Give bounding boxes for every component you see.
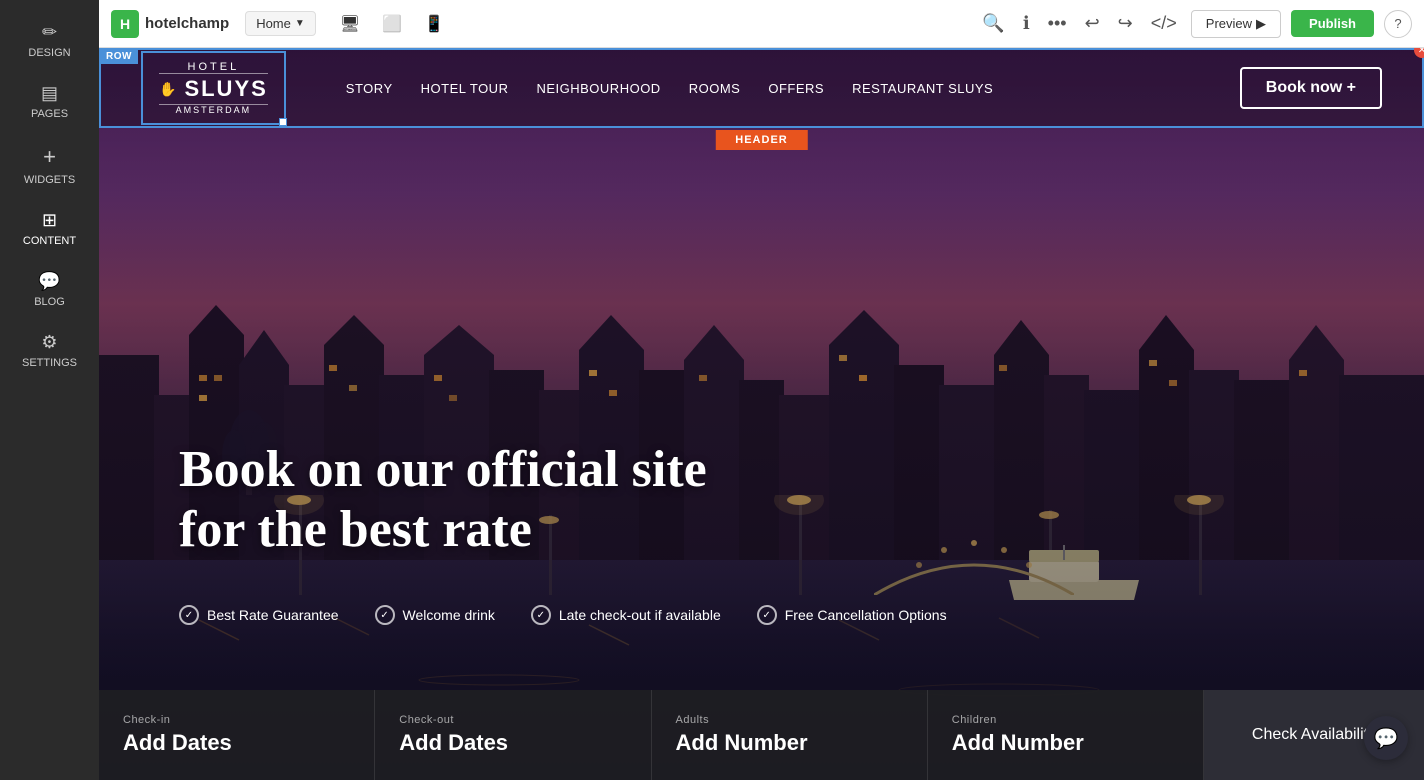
feature-label-2: Late check-out if available [559, 607, 721, 623]
children-value: Add Number [952, 730, 1179, 756]
hotel-logo: HOTEL ✋ SLUYS AMSTERDAM [159, 61, 268, 115]
redo-button[interactable]: ↪ [1114, 9, 1137, 38]
play-icon: ▶ [1256, 16, 1266, 32]
children-field[interactable]: Children Add Number [928, 690, 1204, 780]
checkin-field[interactable]: Check-in Add Dates [99, 690, 375, 780]
sidebar: ✏ DESIGN ▤ PAGES + WIDGETS ⊞ CONTENT 💬 B… [0, 0, 99, 780]
help-button[interactable]: ? [1384, 10, 1412, 38]
nav-story[interactable]: STORY [346, 81, 393, 96]
brand-name: hotelchamp [145, 15, 229, 32]
logo-sub: AMSTERDAM [159, 105, 268, 115]
grid-icon: ⊞ [42, 210, 57, 231]
headline-line2: for the best rate [179, 500, 707, 560]
sidebar-item-design[interactable]: ✏ DESIGN [0, 10, 99, 71]
header-label: HEADER [715, 130, 807, 150]
mobile-device-btn[interactable]: 📱 [416, 10, 452, 38]
sidebar-item-content[interactable]: ⊞ CONTENT [0, 198, 99, 259]
plus-icon: + [43, 144, 56, 170]
pages-icon: ▤ [41, 83, 58, 104]
feature-checkout: ✓ Late check-out if available [531, 605, 721, 625]
search-button[interactable]: 🔍 [978, 9, 1008, 38]
checkin-value: Add Dates [123, 730, 350, 756]
booking-bar: Check-in Add Dates Check-out Add Dates A… [99, 690, 1424, 780]
more-button[interactable]: ••• [1044, 9, 1071, 38]
hero-text: Book on our official site for the best r… [179, 440, 707, 560]
desktop-device-btn[interactable]: 🖥 [332, 10, 368, 38]
code-button[interactable]: </> [1147, 9, 1181, 38]
nav-offers[interactable]: OFFERS [768, 81, 824, 96]
feature-label-1: Welcome drink [403, 607, 495, 623]
feature-welcome: ✓ Welcome drink [375, 605, 495, 625]
checkout-label: Check-out [399, 714, 626, 726]
feature-label-0: Best Rate Guarantee [207, 607, 339, 623]
preview-button[interactable]: Preview ▶ [1191, 10, 1281, 38]
page-name: Home [256, 16, 291, 31]
checkout-value: Add Dates [399, 730, 626, 756]
info-button[interactable]: ℹ [1019, 9, 1034, 38]
adults-field[interactable]: Adults Add Number [652, 690, 928, 780]
undo-button[interactable]: ↩ [1081, 9, 1104, 38]
page-selector[interactable]: Home ▼ [245, 11, 316, 36]
canvas-area: ROW ✕ HOTEL ✋ SLUYS AMSTERDAM STORY [99, 48, 1424, 780]
hotel-logo-box: HOTEL ✋ SLUYS AMSTERDAM [141, 51, 286, 125]
publish-button[interactable]: Publish [1291, 10, 1374, 37]
logo-main: ✋ SLUYS [159, 73, 268, 105]
feature-label-3: Free Cancellation Options [785, 607, 947, 623]
nav-links: STORY HOTEL TOUR NEIGHBOURHOOD ROOMS OFF… [346, 81, 1240, 96]
logo-line1: HOTEL [159, 61, 268, 73]
nav-restaurant[interactable]: RESTAURANT SLUYS [852, 81, 993, 96]
checkout-field[interactable]: Check-out Add Dates [375, 690, 651, 780]
checkin-label: Check-in [123, 714, 350, 726]
sidebar-item-widgets[interactable]: + WIDGETS [0, 132, 99, 198]
topbar: H hotelchamp Home ▼ 🖥 ⬜ 📱 🔍 ℹ ••• ↩ ↪ </… [99, 0, 1424, 48]
adults-value: Add Number [676, 730, 903, 756]
nav-rooms[interactable]: ROOMS [689, 81, 741, 96]
blog-icon: 💬 [38, 271, 60, 292]
check-icon-2: ✓ [531, 605, 551, 625]
row-label: ROW [100, 49, 138, 64]
sidebar-item-settings[interactable]: ⚙ SETTINGS [0, 320, 99, 381]
main-area: H hotelchamp Home ▼ 🖥 ⬜ 📱 🔍 ℹ ••• ↩ ↪ </… [99, 0, 1424, 780]
topbar-actions: 🔍 ℹ ••• ↩ ↪ </> Preview ▶ Publish ? [978, 9, 1412, 38]
row-close-btn[interactable]: ✕ [1414, 48, 1424, 58]
device-icons: 🖥 ⬜ 📱 [332, 10, 452, 38]
adults-label: Adults [676, 714, 903, 726]
resize-handle[interactable] [279, 118, 287, 126]
feature-cancellation: ✓ Free Cancellation Options [757, 605, 947, 625]
nav-hotel-tour[interactable]: HOTEL TOUR [421, 81, 509, 96]
check-icon-3: ✓ [757, 605, 777, 625]
hero-background [99, 48, 1424, 780]
sidebar-item-blog[interactable]: 💬 BLOG [0, 259, 99, 320]
chat-bubble[interactable]: 💬 [1364, 716, 1408, 760]
check-icon-0: ✓ [179, 605, 199, 625]
overlay [99, 48, 1424, 780]
brand: H hotelchamp [111, 10, 229, 38]
tablet-device-btn[interactable]: ⬜ [374, 10, 410, 38]
gear-icon: ⚙ [41, 332, 57, 353]
chevron-down-icon: ▼ [295, 18, 305, 29]
book-now-button[interactable]: Book now + [1240, 67, 1382, 109]
site-navbar: ROW ✕ HOTEL ✋ SLUYS AMSTERDAM STORY [99, 48, 1424, 128]
features-bar: ✓ Best Rate Guarantee ✓ Welcome drink ✓ … [179, 605, 1384, 625]
check-icon-1: ✓ [375, 605, 395, 625]
headline-line1: Book on our official site [179, 440, 707, 500]
feature-best-rate: ✓ Best Rate Guarantee [179, 605, 339, 625]
website-preview: ROW ✕ HOTEL ✋ SLUYS AMSTERDAM STORY [99, 48, 1424, 780]
brand-logo: H [111, 10, 139, 38]
children-label: Children [952, 714, 1179, 726]
nav-neighbourhood[interactable]: NEIGHBOURHOOD [536, 81, 660, 96]
sidebar-item-pages[interactable]: ▤ PAGES [0, 71, 99, 132]
hero-headline: Book on our official site for the best r… [179, 440, 707, 560]
pencil-icon: ✏ [42, 22, 57, 43]
